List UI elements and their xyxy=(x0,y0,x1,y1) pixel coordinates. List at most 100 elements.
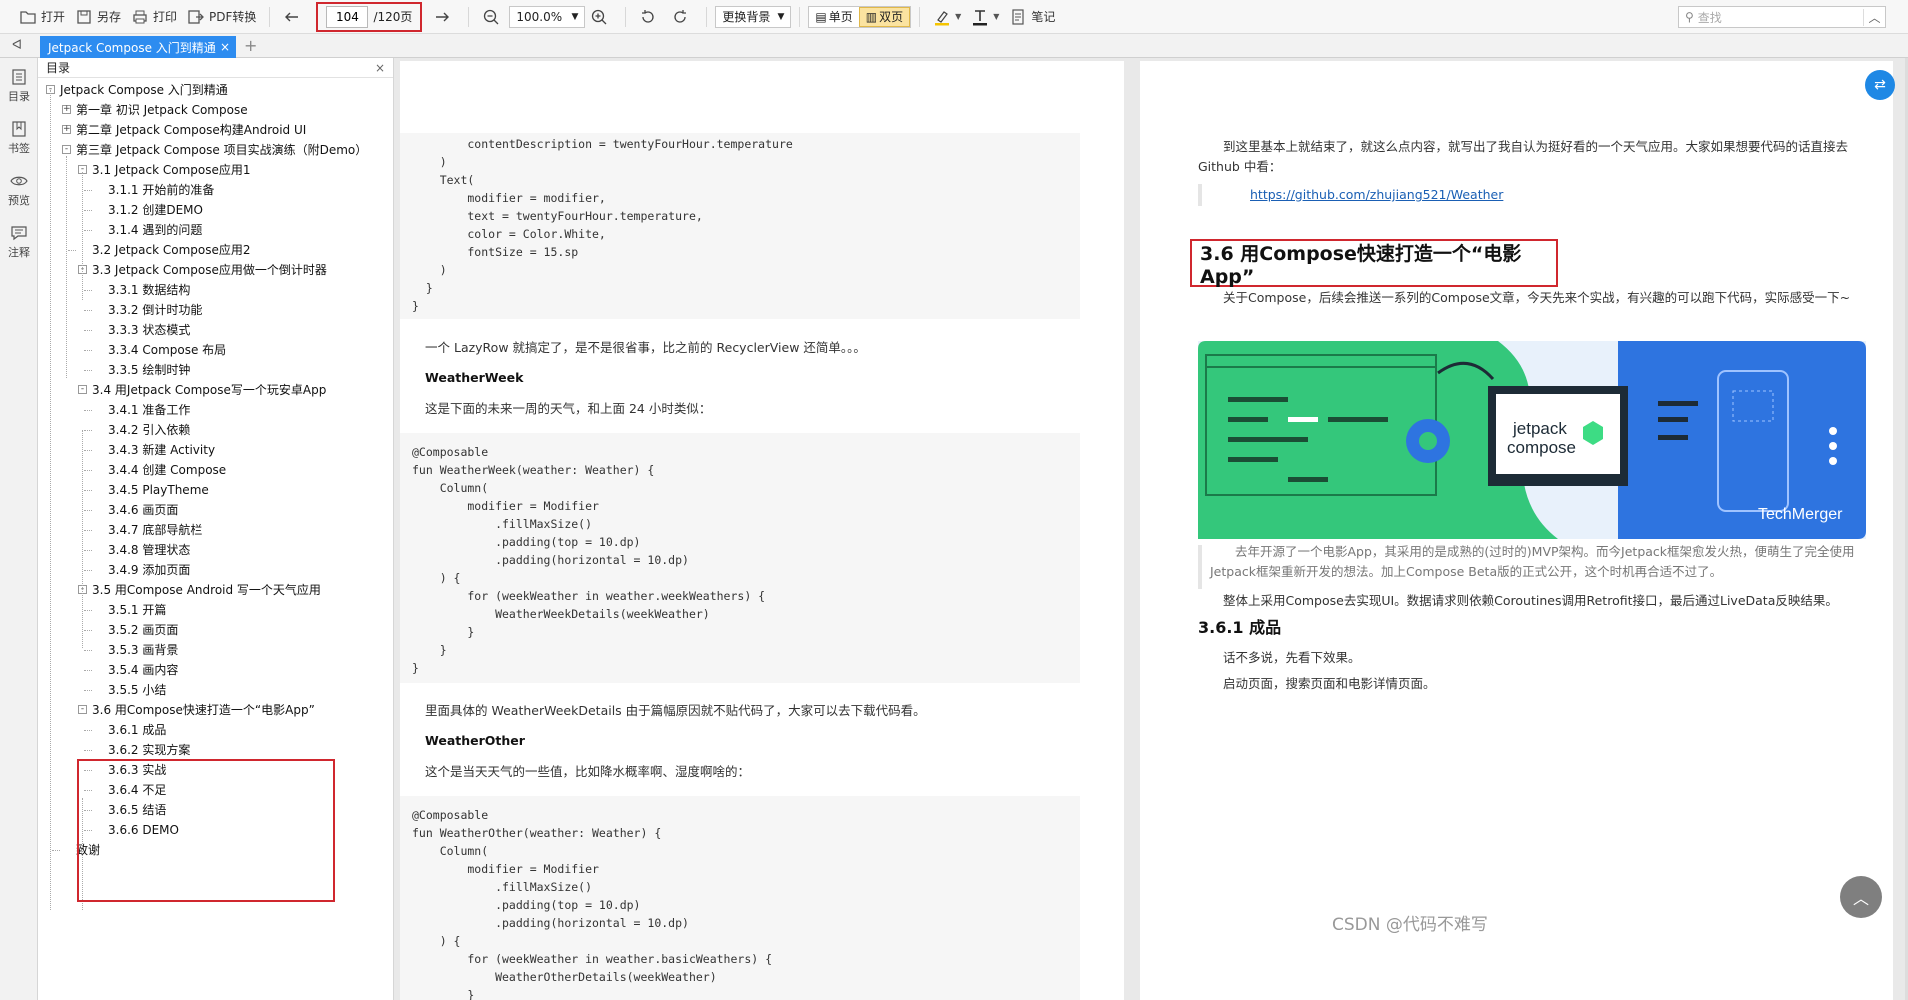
notes-button[interactable]: 笔记 xyxy=(1004,5,1060,29)
toc-item[interactable]: 3.2 Jetpack Compose应用2 xyxy=(92,240,251,260)
current-page-input[interactable] xyxy=(326,5,369,28)
toc-item[interactable]: 3.4.9 添加页面 xyxy=(108,560,190,580)
toc-toggle-icon[interactable]: + xyxy=(62,105,71,114)
chevron-up-icon[interactable]: ︿ xyxy=(1863,8,1885,26)
zoom-out-button[interactable] xyxy=(477,5,509,29)
toc-item[interactable]: 致谢 xyxy=(76,840,100,860)
comment-icon xyxy=(11,226,27,241)
paragraph: 一个 LazyRow 就搞定了，是不是很省事，比之前的 RecyclerView… xyxy=(425,340,866,355)
zoom-select[interactable]: 100.0% ▼ xyxy=(509,5,586,28)
toc-item[interactable]: 3.4 用Jetpack Compose写一个玩安卓App xyxy=(92,380,326,400)
tree-connector xyxy=(84,690,92,691)
tree-connector xyxy=(84,470,92,471)
toc-item[interactable]: 3.1 Jetpack Compose应用1 xyxy=(92,160,251,180)
document-view: contentDescription = twentyFourHour.temp… xyxy=(395,58,1908,1000)
rail-annotate-button[interactable]: 注释 xyxy=(0,224,38,260)
tree-connector xyxy=(84,190,92,191)
github-link[interactable]: https://github.com/zhujiang521/Weather xyxy=(1250,185,1503,205)
save-as-button[interactable]: 另存 xyxy=(70,5,126,29)
folder-icon xyxy=(20,10,36,24)
toc-item[interactable]: 3.6.2 实现方案 xyxy=(108,740,190,760)
toc-item[interactable]: 3.4.4 创建 Compose xyxy=(108,460,226,480)
subheading: 3.6.1 成品 xyxy=(1198,618,1282,637)
rotate-right-button[interactable] xyxy=(666,5,698,29)
rotate-left-button[interactable] xyxy=(634,5,666,29)
close-tab-icon[interactable]: × xyxy=(220,40,230,54)
back-to-top-button[interactable]: ︿ xyxy=(1840,876,1882,918)
print-button[interactable]: 打印 xyxy=(126,5,182,29)
close-panel-icon[interactable]: × xyxy=(375,61,385,75)
collapse-panel-icon[interactable]: ᐊ xyxy=(12,38,22,53)
paragraph: 到这里基本上就结束了，就这么点内容，就写出了我自认为挺好看的一个天气应用。大家如… xyxy=(1198,139,1849,174)
toc-item[interactable]: 3.4.5 PlayTheme xyxy=(108,480,209,500)
next-page-button[interactable] xyxy=(428,5,460,29)
pdf-reader-window: 打开 另存 打印 PDF转换 /120页 100.0% xyxy=(0,0,1908,1000)
toc-item[interactable]: 第三章 Jetpack Compose 项目实战演练（附Demo） xyxy=(76,140,367,160)
prev-page-button[interactable] xyxy=(278,5,310,29)
toc-item[interactable]: 3.3.3 状态模式 xyxy=(108,320,190,340)
toc-item[interactable]: 3.3.1 数据结构 xyxy=(108,280,190,300)
toc-item[interactable]: 3.4.6 画页面 xyxy=(108,500,178,520)
chevron-down-icon: ▼ xyxy=(955,12,962,21)
toc-item[interactable]: 3.4.7 底部导航栏 xyxy=(108,520,202,540)
toc-item[interactable]: 3.5.5 小结 xyxy=(108,680,166,700)
rotate-right-icon xyxy=(674,9,687,23)
toc-item[interactable]: 3.6.5 结语 xyxy=(108,800,166,820)
toc-item[interactable]: 3.6.4 不足 xyxy=(108,780,166,800)
print-label: 打印 xyxy=(153,10,178,24)
toc-item[interactable]: 3.1.2 创建DEMO xyxy=(108,200,203,220)
toc-item[interactable]: 3.4.3 新建 Activity xyxy=(108,440,215,460)
toc-item[interactable]: 3.4.1 准备工作 xyxy=(108,400,190,420)
toc-item[interactable]: 第二章 Jetpack Compose构建Android UI xyxy=(76,120,306,140)
toc-item[interactable]: 3.6 用Compose快速打造一个“电影App” xyxy=(92,700,315,720)
toc-item[interactable]: 3.6.6 DEMO xyxy=(108,820,179,840)
tree-connector xyxy=(84,790,92,791)
rail-toc-button[interactable]: 目录 xyxy=(0,68,38,104)
toc-item[interactable]: 3.5 用Compose Android 写一个天气应用 xyxy=(92,580,321,600)
single-page-label: 单页 xyxy=(828,10,853,24)
rail-preview-button[interactable]: 预览 xyxy=(0,172,38,208)
toc-item[interactable]: 3.4.2 引入依赖 xyxy=(108,420,190,440)
translate-button[interactable]: ⇄ xyxy=(1865,70,1895,100)
toc-item[interactable]: 3.5.1 开篇 xyxy=(108,600,166,620)
toc-item[interactable]: 3.5.2 画页面 xyxy=(108,620,178,640)
toc-item[interactable]: 3.5.4 画内容 xyxy=(108,660,178,680)
toc-item[interactable]: 3.5.3 画背景 xyxy=(108,640,178,660)
new-tab-icon[interactable]: + xyxy=(244,36,257,55)
pdf-convert-button[interactable]: PDF转换 xyxy=(182,5,261,29)
save-as-label: 另存 xyxy=(97,10,122,24)
toc-toggle-icon[interactable]: - xyxy=(78,705,87,714)
right-page: 到这里基本上就结束了，就这么点内容，就写出了我自认为挺好看的一个天气应用。大家如… xyxy=(1140,61,1893,1000)
toc-item[interactable]: Jetpack Compose 入门到精通 xyxy=(60,80,228,100)
toc-item[interactable]: 3.3.4 Compose 布局 xyxy=(108,340,226,360)
toc-item[interactable]: 第一章 初识 Jetpack Compose xyxy=(76,100,248,120)
toc-item[interactable]: 3.1.4 遇到的问题 xyxy=(108,220,202,240)
toc-toggle-icon[interactable]: - xyxy=(62,145,71,154)
single-page-icon: ▤ xyxy=(815,9,827,24)
search-field[interactable]: ⚲ 查找 ︿ xyxy=(1678,6,1886,28)
toc-item[interactable]: 3.3.2 倒计时功能 xyxy=(108,300,202,320)
zoom-in-button[interactable] xyxy=(585,5,617,29)
double-page-button[interactable]: ▥ 双页 xyxy=(858,6,911,27)
tree-connector xyxy=(84,830,92,831)
toc-item[interactable]: 3.1.1 开始前的准备 xyxy=(108,180,214,200)
toc-item[interactable]: 3.4.8 管理状态 xyxy=(108,540,190,560)
toc-item[interactable]: 3.6.3 实战 xyxy=(108,760,166,780)
document-tab[interactable]: Jetpack Compose 入门到精通 × xyxy=(40,36,236,58)
search-icon: ⚲ xyxy=(1685,10,1694,24)
rail-bookmark-button[interactable]: 书签 xyxy=(0,120,38,156)
toc-item[interactable]: 3.3.5 绘制时钟 xyxy=(108,360,190,380)
single-page-button[interactable]: ▤ 单页 xyxy=(809,7,858,27)
highlight-button[interactable]: ▼ xyxy=(928,5,966,29)
text-tool-button[interactable]: ▼ xyxy=(966,5,1004,29)
toc-toggle-icon[interactable]: - xyxy=(78,385,87,394)
background-select[interactable]: 更换背景 ▼ xyxy=(715,5,792,28)
toc-item[interactable]: 3.6.1 成品 xyxy=(108,720,166,740)
open-button[interactable]: 打开 xyxy=(14,5,70,29)
toc-item[interactable]: 3.3 Jetpack Compose应用做一个倒计时器 xyxy=(92,260,327,280)
background-label: 更换背景 xyxy=(722,10,771,24)
notes-label: 笔记 xyxy=(1031,10,1056,24)
toc-toggle-icon[interactable]: + xyxy=(62,125,71,134)
tree-connector xyxy=(50,90,51,910)
toc-header-title: 目录 xyxy=(46,61,71,75)
